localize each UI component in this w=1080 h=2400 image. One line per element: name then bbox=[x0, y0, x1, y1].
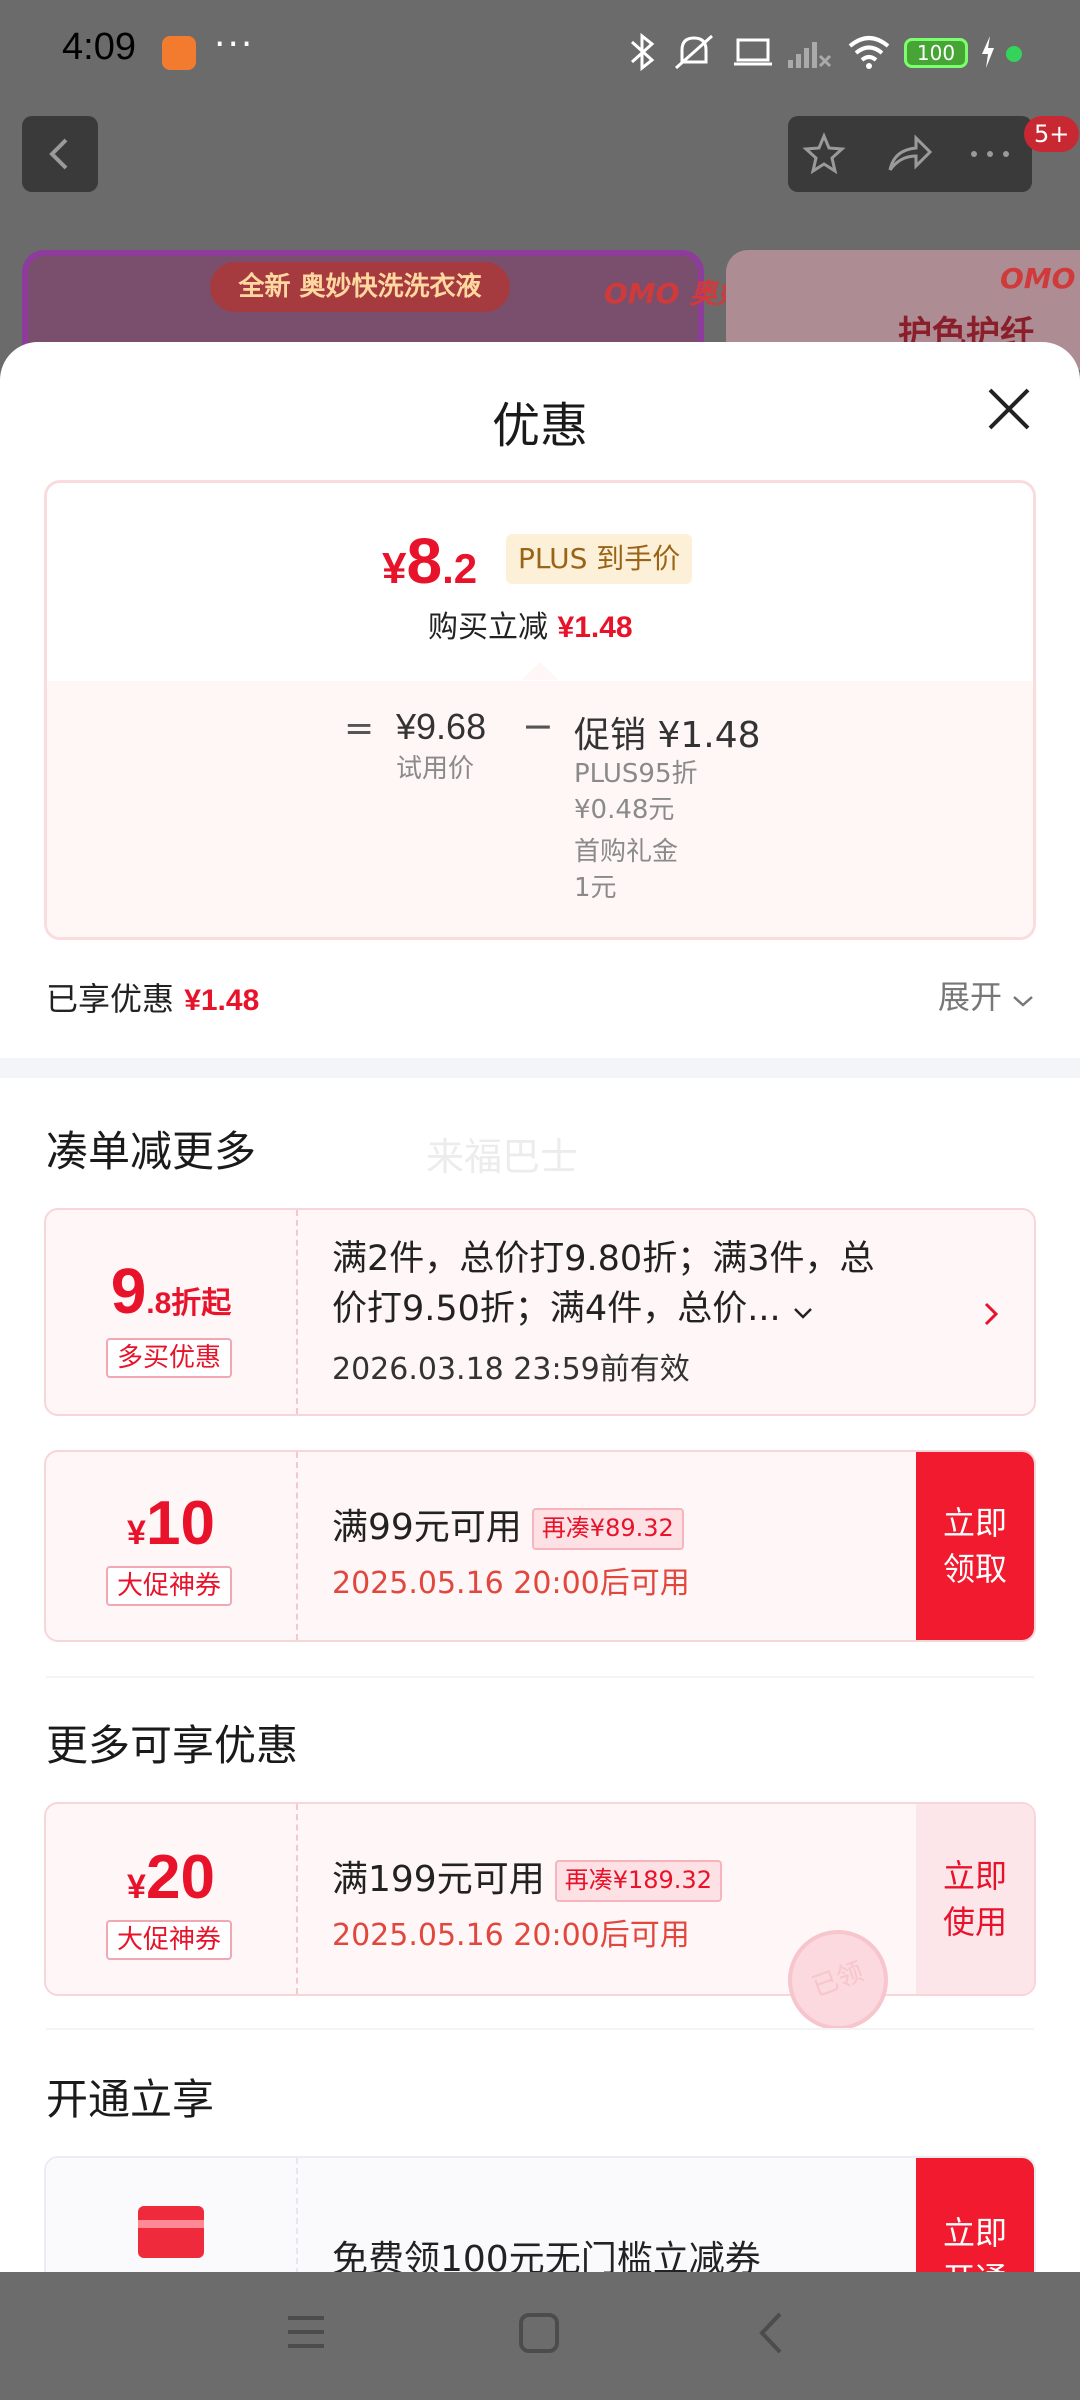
coupon-currency: ¥ bbox=[127, 1868, 146, 1906]
app-notification-icon bbox=[162, 36, 196, 70]
price-currency: ¥ bbox=[382, 544, 407, 593]
back-button[interactable] bbox=[22, 116, 98, 192]
plus-price-tag: PLUS 到手价 bbox=[506, 534, 693, 584]
chevron-right-icon[interactable] bbox=[982, 1300, 1000, 1328]
section-title-more-discount: 凑单减更多 bbox=[46, 1127, 257, 1176]
bluetooth-icon bbox=[630, 32, 655, 72]
laptop-icon bbox=[734, 38, 772, 66]
coupon-value: 20 bbox=[145, 1843, 215, 1912]
banner-promo-pill: 全新 奥妙快洗洗衣液 bbox=[210, 262, 510, 312]
coupon-remaining-pill: 再凑¥189.32 bbox=[554, 1860, 722, 1902]
coupon-condition: 满99元可用 再凑¥89.32 bbox=[332, 1498, 684, 1550]
coupon-discount-suffix: .8折起 bbox=[146, 1287, 232, 1320]
more-notifications-icon: ··· bbox=[214, 24, 255, 65]
equals-sign: = bbox=[344, 708, 375, 749]
privacy-indicator-dot bbox=[1006, 46, 1022, 62]
brand-logo: OMO 奥妙 bbox=[604, 277, 746, 310]
coupon-separator bbox=[296, 1452, 298, 1640]
enjoyed-discount: 已享优惠 ¥1.48 bbox=[46, 974, 259, 1020]
home-icon[interactable] bbox=[518, 2312, 560, 2354]
promotion-details: PLUS95折 ¥0.48元 首购礼金 1元 bbox=[574, 756, 698, 906]
claim-coupon-label: 立即领取 bbox=[942, 1504, 1007, 1588]
coupon-condition-text: 满99元可用 bbox=[332, 1507, 522, 1548]
section-title-open-membership: 开通立享 bbox=[46, 2075, 215, 2124]
expand-button[interactable]: 展开 bbox=[938, 972, 1034, 1018]
coupon-type-tag: 大促神券 bbox=[106, 1566, 232, 1606]
trial-price: ¥9.68 试用价 bbox=[396, 706, 486, 785]
instant-discount-value: ¥1.48 bbox=[557, 611, 633, 644]
brand-logo-secondary: OMO bbox=[1000, 262, 1076, 295]
coupon-rules: 满2件，总价打9.80折；满3件，总 价打9.50折；满4件，总价... bbox=[332, 1234, 874, 1334]
coupon-currency: ¥ bbox=[127, 1514, 146, 1552]
coupon-10-yuan[interactable]: ¥10 大促神券 满99元可用 再凑¥89.32 2025.05.16 20:00… bbox=[44, 1450, 1036, 1642]
coupon-value: 10 bbox=[145, 1489, 215, 1558]
coupon-discount-rate: 9.8折起 bbox=[46, 1254, 296, 1328]
final-price: ¥8.2 bbox=[382, 524, 477, 598]
mute-icon bbox=[675, 34, 713, 70]
section-separator bbox=[46, 1676, 1034, 1678]
share-icon[interactable] bbox=[886, 132, 932, 176]
promo-plus-discount: PLUS95折 bbox=[574, 759, 698, 789]
instant-discount-label: 购买立减 bbox=[428, 610, 548, 645]
coupon-condition: 满199元可用 再凑¥189.32 bbox=[332, 1850, 722, 1902]
signal-icon bbox=[788, 42, 832, 68]
instant-discount-line: 购买立减 ¥1.48 bbox=[428, 602, 633, 646]
coupon-available-time: 2025.05.16 20:00后可用 bbox=[332, 1566, 690, 1601]
sheet-title: 优惠 bbox=[491, 398, 588, 454]
promo-first-gift: 首购礼金 bbox=[574, 837, 679, 867]
coupon-rule-line2-text: 价打9.50折；满4件，总价... bbox=[332, 1289, 781, 1329]
trial-price-label: 试用价 bbox=[396, 753, 475, 783]
back-nav-icon[interactable] bbox=[756, 2310, 786, 2356]
system-navigation-bar bbox=[0, 2272, 1080, 2400]
use-coupon-label: 立即使用 bbox=[942, 1857, 1007, 1941]
section-separator bbox=[46, 2028, 1034, 2030]
coupon-discount-int: 9 bbox=[110, 1255, 147, 1327]
coupon-condition-text: 满199元可用 bbox=[332, 1859, 545, 1900]
coupon-valid-until: 2026.03.18 23:59前有效 bbox=[332, 1352, 690, 1387]
chevron-down-icon[interactable] bbox=[792, 1306, 814, 1320]
section-title-more-offers: 更多可享优惠 bbox=[46, 1721, 299, 1770]
coupon-type-tag: 多买优惠 bbox=[106, 1338, 232, 1378]
expand-label: 展开 bbox=[938, 978, 1003, 1016]
watermark: 来福巴士 bbox=[426, 1135, 579, 1179]
message-count-badge: 5+ bbox=[1024, 116, 1080, 152]
claim-coupon-button[interactable]: 立即领取 bbox=[916, 1452, 1034, 1640]
price-integer: 8 bbox=[406, 525, 443, 597]
promo-first-gift-amount: 1元 bbox=[574, 873, 617, 903]
menu-icon[interactable] bbox=[286, 2312, 326, 2352]
coupon-separator bbox=[296, 1804, 298, 1994]
coupon-rule-line1: 满2件，总价打9.80折；满3件，总 bbox=[332, 1239, 875, 1279]
coupon-amount: ¥10 bbox=[46, 1488, 296, 1559]
coupon-remaining-pill: 再凑¥89.32 bbox=[531, 1508, 684, 1550]
promotion-total: 促销 ¥1.48 bbox=[574, 715, 761, 756]
coupon-available-time: 2025.05.16 20:00后可用 bbox=[332, 1918, 690, 1953]
coupon-20-yuan[interactable]: ¥20 大促神券 满199元可用 再凑¥189.32 2025.05.16 20:… bbox=[44, 1802, 1036, 1996]
credit-card-icon bbox=[138, 2206, 204, 2258]
wifi-icon bbox=[848, 36, 890, 69]
enjoyed-discount-label: 已享优惠 bbox=[46, 980, 175, 1018]
chevron-down-icon bbox=[1013, 996, 1034, 1007]
chevron-left-icon bbox=[49, 138, 68, 170]
coupon-multi-buy[interactable]: 9.8折起 多买优惠 满2件，总价打9.80折；满3件，总 价打9.50折；满4… bbox=[44, 1208, 1036, 1416]
battery-icon: 100 bbox=[904, 38, 968, 68]
use-coupon-button[interactable]: 立即使用 bbox=[916, 1804, 1034, 1994]
minus-sign: − bbox=[522, 704, 554, 748]
section-divider bbox=[0, 1058, 1080, 1078]
coupon-amount: ¥20 bbox=[46, 1842, 296, 1913]
charging-icon bbox=[982, 36, 994, 68]
header-actions bbox=[788, 116, 1032, 192]
close-icon[interactable] bbox=[986, 386, 1032, 432]
promo-plus-amount: ¥0.48元 bbox=[574, 795, 675, 825]
enjoyed-discount-value: ¥1.48 bbox=[184, 984, 260, 1017]
coupon-type-tag: 大促神券 bbox=[106, 1920, 232, 1960]
coupon-rule-line2: 价打9.50折；满4件，总价... bbox=[332, 1284, 874, 1334]
trial-price-value: ¥9.68 bbox=[396, 706, 487, 747]
more-icon[interactable] bbox=[968, 146, 1012, 162]
card-notch bbox=[522, 662, 558, 680]
coupon-separator bbox=[296, 1210, 298, 1414]
status-time: 4:09 bbox=[62, 26, 136, 68]
price-decimal: .2 bbox=[442, 545, 478, 592]
favorite-star-icon[interactable] bbox=[802, 132, 846, 176]
